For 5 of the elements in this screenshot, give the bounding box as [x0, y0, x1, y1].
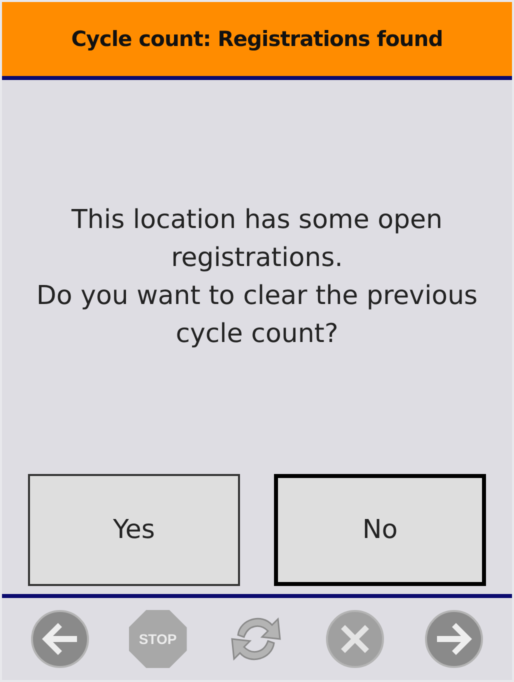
message-text: This location has some open registrations.: [70, 204, 444, 275]
dialog-button[interactable]: Yes: [28, 474, 240, 586]
message-text: Do you want to clear the previous cycle count?: [35, 280, 479, 351]
dialog-title: Cycle count: Registrations found: [71, 27, 443, 51]
dialog-button[interactable]: No: [274, 474, 486, 586]
